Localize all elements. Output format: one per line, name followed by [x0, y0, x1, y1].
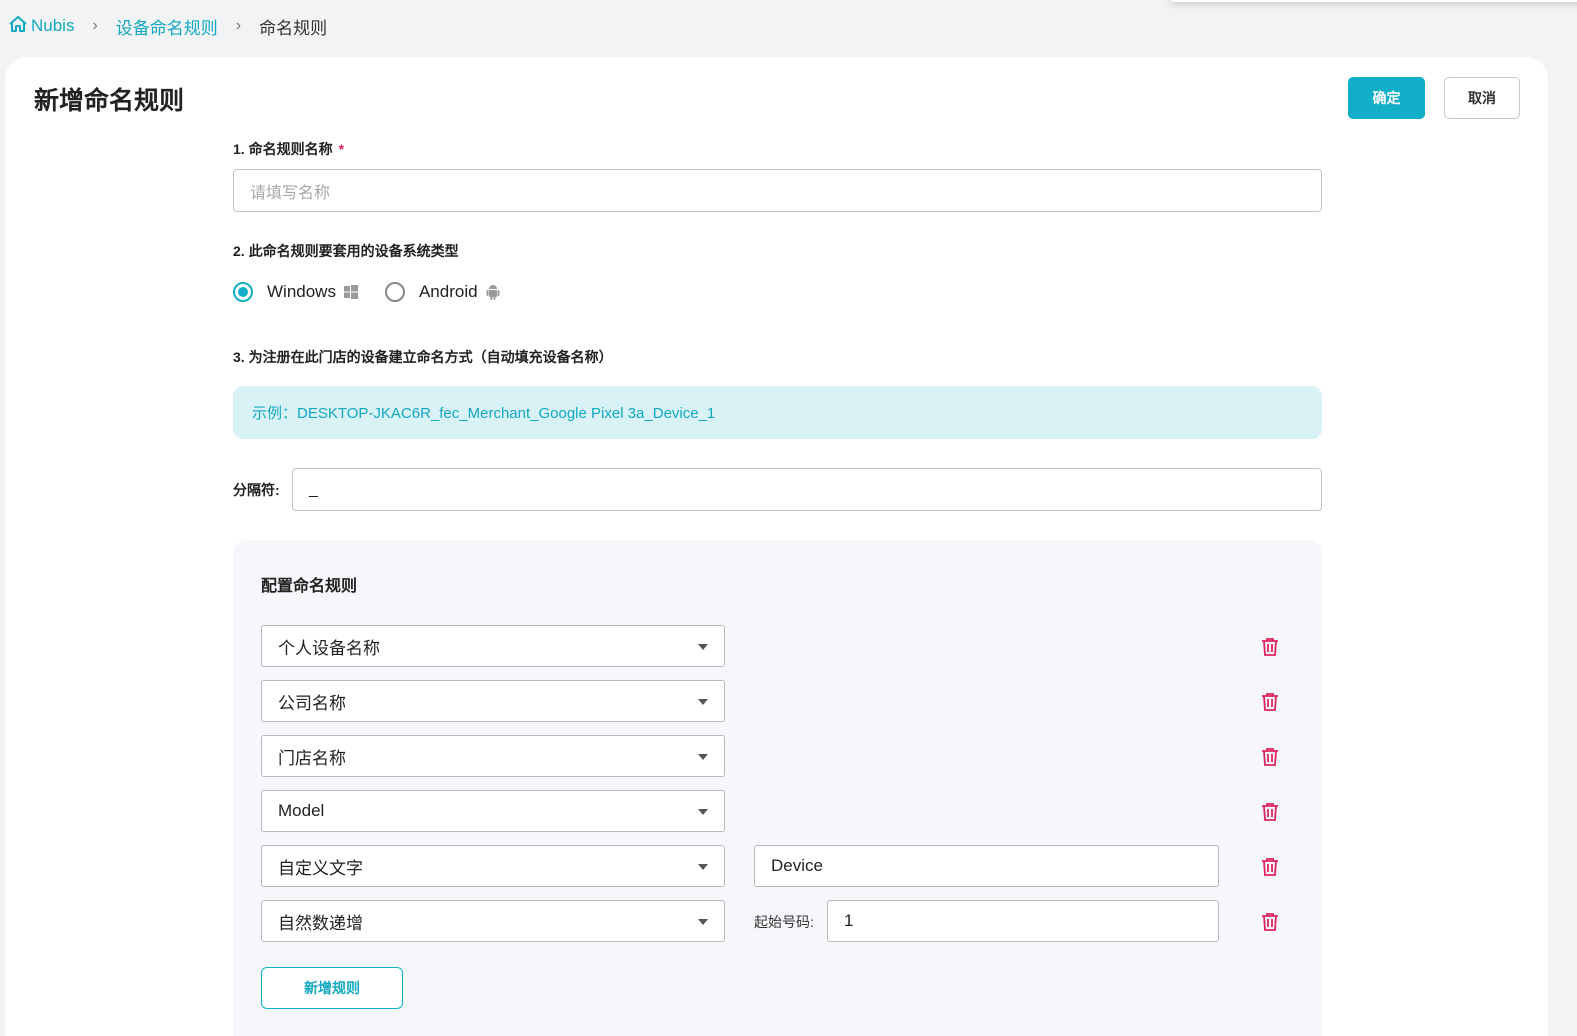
breadcrumb-level1[interactable]: 设备命名规则 [116, 14, 218, 39]
separator-label: 分隔符: [233, 482, 280, 498]
chevron-down-icon [698, 644, 708, 650]
cancel-button[interactable]: 取消 [1444, 77, 1520, 119]
rule-name-input[interactable]: 请填写名称 [233, 169, 1322, 212]
rule-type-value: 门店名称 [278, 748, 346, 768]
delete-rule-icon[interactable] [1261, 802, 1279, 822]
rule-type-select[interactable]: 自然数递增 [261, 900, 725, 942]
os-option-label: Windows [267, 282, 336, 301]
delete-rule-icon[interactable] [1261, 912, 1279, 932]
breadcrumb-chevron-icon: › [235, 17, 242, 34]
rule-type-select[interactable]: 公司名称 [261, 680, 725, 722]
os-option-label: Android [418, 282, 478, 301]
rule-name-placeholder: 请填写名称 [250, 184, 331, 202]
delete-rule-icon[interactable] [1261, 747, 1279, 767]
rule-type-select[interactable]: Model [261, 790, 725, 832]
chevron-down-icon [698, 699, 708, 705]
delete-rule-icon[interactable] [1261, 637, 1279, 657]
chevron-down-icon [698, 864, 708, 870]
confirm-button[interactable]: 确定 [1348, 77, 1425, 119]
page-title: 新增命名规则 [34, 87, 185, 115]
top-menu-edge [1170, 0, 1577, 2]
required-mark: * [338, 141, 345, 157]
start-number-value: 1 [844, 911, 854, 930]
rule-type-select[interactable]: 自定义文字 [261, 845, 725, 887]
chevron-down-icon [698, 809, 708, 815]
os-section-label: 2. 此命名规则要套用的设备系统类型 [233, 243, 459, 259]
rule-type-value: 公司名称 [278, 693, 346, 713]
chevron-down-icon [698, 754, 708, 760]
name-section-label: 1. 命名规则名称 * [233, 139, 344, 159]
delete-rule-icon[interactable] [1261, 692, 1279, 712]
rule-type-value: 个人设备名称 [278, 638, 380, 658]
os-option-windows[interactable]: Windows [233, 282, 359, 302]
rule-type-value: 自定义文字 [278, 858, 363, 878]
radio-android[interactable] [384, 282, 405, 302]
rule-type-select[interactable]: 门店名称 [261, 735, 725, 777]
rule-type-select[interactable]: 个人设备名称 [261, 625, 725, 667]
start-number-input[interactable]: 1 [827, 900, 1219, 942]
add-rule-button[interactable]: 新增规则 [261, 967, 403, 1009]
rule-type-value: 自然数递增 [278, 913, 363, 933]
radio-windows[interactable] [233, 282, 253, 302]
delete-rule-icon[interactable] [1261, 857, 1279, 877]
separator-value: _ [309, 480, 318, 498]
chevron-down-icon [698, 919, 708, 925]
home-icon [8, 15, 28, 38]
example-banner: 示例：DESKTOP-JKAC6R_fec_Merchant_Google Pi… [233, 386, 1322, 439]
custom-text-input[interactable]: Device [754, 845, 1219, 887]
rule-type-value: Model [278, 801, 325, 820]
windows-icon [343, 284, 359, 300]
name-label-text: 1. 命名规则名称 [233, 141, 333, 157]
breadcrumb-current: 命名规则 [259, 18, 328, 38]
breadcrumb-home[interactable]: Nubis [8, 15, 74, 38]
os-radio-group: Windows Android [233, 282, 527, 302]
rules-title: 配置命名规则 [261, 578, 358, 595]
start-number-label: 起始号码: [754, 914, 814, 930]
naming-section-label: 3. 为注册在此门店的设备建立命名方式（自动填充设备名称） [233, 349, 613, 365]
os-option-android[interactable]: Android [384, 282, 501, 302]
breadcrumb-chevron-icon: › [92, 17, 98, 34]
breadcrumb-home-label: Nubis [31, 16, 75, 35]
separator-input[interactable]: _ [292, 468, 1322, 511]
rules-panel: 配置命名规则 个人设备名称 公司名称 门店名称 Model 自定义文字 Devi… [233, 540, 1322, 1036]
breadcrumb: Nubis › 设备命名规则 › 命名规则 [8, 14, 327, 38]
custom-text-value: Device [771, 856, 823, 875]
android-icon [485, 283, 501, 301]
form-card: 新增命名规则 确定 取消 1. 命名规则名称 * 请填写名称 2. 此命名规则要套… [5, 57, 1548, 1036]
